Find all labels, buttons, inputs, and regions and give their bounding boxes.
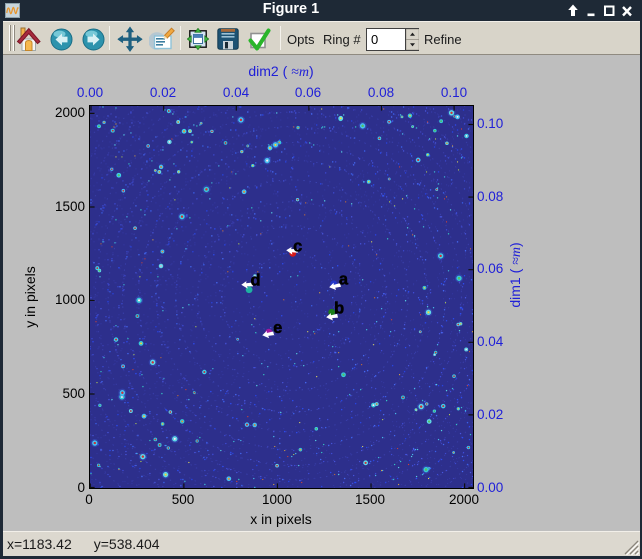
- svg-text:a: a: [339, 270, 349, 288]
- svg-text:b: b: [334, 300, 344, 318]
- svg-text:e: e: [273, 319, 282, 337]
- svg-text:c: c: [293, 238, 302, 256]
- svg-text:d: d: [251, 271, 261, 289]
